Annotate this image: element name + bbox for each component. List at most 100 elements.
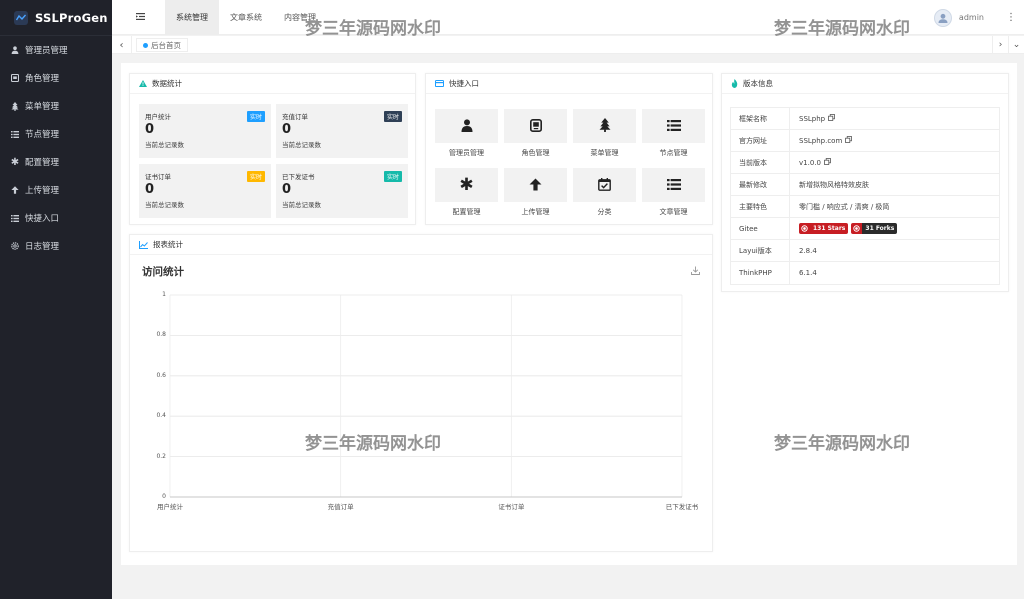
tab-article[interactable]: 文章系统	[219, 0, 273, 35]
stat-card-issued[interactable]: 已下发证书 实时 0 当前总记录数	[276, 164, 408, 218]
quick-item-category[interactable]	[573, 168, 636, 202]
watermark: 梦三年源码网水印	[774, 434, 910, 454]
tab-system[interactable]: 系统管理	[165, 0, 219, 35]
version-key: 最新修改	[731, 173, 790, 196]
sidebar-item-label: 上传管理	[25, 186, 60, 196]
quick-item-article[interactable]	[642, 168, 705, 202]
realtime-badge: 实时	[246, 111, 265, 122]
version-value: 6.1.4	[799, 269, 817, 277]
list-icon	[10, 214, 20, 222]
y-tick-label: 0.4	[156, 412, 166, 420]
quick-item-upload[interactable]	[504, 168, 567, 202]
sidebar-item-role[interactable]: 角色管理	[0, 64, 112, 92]
copy-icon[interactable]	[824, 158, 831, 167]
sidebar-item-log[interactable]: 日志管理	[0, 232, 112, 260]
asterisk-icon: ✱	[459, 175, 474, 195]
quick-item-admin[interactable]	[435, 109, 498, 143]
arrow-up-icon	[10, 186, 20, 194]
sidebar-item-shortcut[interactable]: 快捷入口	[0, 204, 112, 232]
sidebar: SSLProGen 管理员管理 角色管理 菜单管理 节点管理 ✱ 配置管理 上传…	[0, 0, 112, 599]
watermark: 梦三年源码网水印	[305, 19, 441, 39]
sidebar-item-menu[interactable]: 菜单管理	[0, 92, 112, 120]
stat-card-recharge[interactable]: 充值订单 实时 0 当前总记录数	[276, 104, 408, 158]
x-tick-label: 充值订单	[327, 503, 354, 511]
version-value: 新增拟物风格特效皮肤	[799, 180, 869, 189]
gitee-icon	[851, 223, 863, 234]
stat-sub: 当前总记录数	[145, 141, 184, 149]
quick-label: 菜单管理	[590, 149, 619, 157]
asterisk-icon: ✱	[10, 156, 20, 168]
version-value[interactable]: SSLphp.com	[799, 137, 842, 145]
stats-card-header: 数据统计	[130, 74, 415, 94]
gitee-stars-badge[interactable]: 131 Stars	[799, 223, 849, 234]
sidebar-item-label: 管理员管理	[25, 46, 68, 56]
top-tabs: 系统管理 文章系统 内容管理	[165, 0, 327, 35]
version-key: 官方网址	[731, 129, 790, 152]
page-tab-home[interactable]: 后台首页	[136, 38, 188, 52]
list-icon	[10, 130, 20, 138]
stat-value: 0	[282, 122, 292, 137]
copy-icon[interactable]	[828, 114, 836, 123]
sidebar-item-upload[interactable]: 上传管理	[0, 176, 112, 204]
page-tab-label: 后台首页	[151, 40, 181, 50]
logo[interactable]: SSLProGen	[0, 0, 112, 35]
version-card: 版本信息 框架名称 SSLphp 官方网址 SSLphp.com 当前版本 v1…	[721, 73, 1009, 292]
quick-entry-card: 快捷入口 管理员管理 角色管理 菜单管理 节点管理 ✱ 配置管理 上传管理 分类…	[425, 73, 713, 225]
user-name[interactable]: admin	[959, 13, 984, 22]
id-card-icon	[10, 74, 20, 82]
chevron-right-icon[interactable]: ›	[992, 36, 1008, 54]
version-header: 版本信息	[722, 74, 1008, 94]
quick-item-node[interactable]	[642, 109, 705, 143]
stat-card-users[interactable]: 用户统计 实时 0 当前总记录数	[139, 104, 271, 158]
active-dot-icon	[143, 42, 148, 48]
gear-icon	[10, 242, 20, 250]
menu-toggle-icon[interactable]	[136, 13, 145, 22]
chevron-left-icon[interactable]: ‹	[112, 36, 132, 54]
page-tab-controls: › ⌄	[992, 36, 1024, 54]
arrow-up-icon	[529, 178, 542, 193]
quick-item-role[interactable]	[504, 109, 567, 143]
x-tick-label: 用户统计	[157, 503, 183, 511]
copy-icon[interactable]	[845, 136, 853, 145]
watermark: 梦三年源码网水印	[305, 434, 441, 454]
realtime-badge: 实时	[383, 111, 402, 122]
version-row: 最新修改 新增拟物风格特效皮肤	[731, 173, 999, 196]
sidebar-item-config[interactable]: ✱ 配置管理	[0, 148, 112, 176]
sidebar-item-node[interactable]: 节点管理	[0, 120, 112, 148]
quick-item-menu[interactable]	[573, 109, 636, 143]
quick-item-config[interactable]: ✱	[435, 168, 498, 202]
main-content: 数据统计 用户统计 实时 0 当前总记录数 充值订单 实时 0 当前总记录数 证…	[121, 63, 1017, 565]
report-header: 报表统计	[130, 235, 712, 255]
stat-value: 0	[145, 122, 155, 137]
sidebar-item-admin[interactable]: 管理员管理	[0, 36, 112, 64]
version-row: ThinkPHP 6.1.4	[731, 262, 999, 284]
stat-value: 0	[282, 182, 292, 197]
user-icon	[461, 118, 473, 134]
gitee-stars-label: 131 Stars	[810, 223, 849, 234]
tree-icon	[599, 118, 611, 134]
version-value: v1.0.0	[799, 158, 821, 167]
chevron-down-icon[interactable]: ⌄	[1008, 36, 1024, 54]
version-key: 主要特色	[731, 195, 790, 218]
report-card: 报表统计 访问统计 0 0.2 0.4 0.6 0.8 1 用户统计 充值订单 证书订单 已下发证…	[129, 234, 713, 552]
sidebar-item-label: 菜单管理	[25, 102, 60, 112]
version-key: 框架名称	[731, 107, 790, 130]
version-row: 当前版本 v1.0.0	[731, 151, 999, 174]
stat-card-cert-orders[interactable]: 证书订单 实时 0 当前总记录数	[139, 164, 271, 218]
y-tick-label: 1	[162, 291, 166, 298]
user-area: admin ⋮	[933, 0, 1016, 35]
sidebar-item-label: 快捷入口	[25, 214, 60, 224]
avatar[interactable]	[933, 8, 952, 27]
user-icon	[10, 46, 20, 54]
version-key: ThinkPHP	[731, 262, 790, 284]
version-title: 版本信息	[743, 79, 773, 88]
more-vertical-icon[interactable]: ⋮	[1006, 12, 1016, 23]
quick-label: 角色管理	[521, 149, 550, 157]
quick-label: 管理员管理	[449, 149, 484, 157]
stat-sub: 当前总记录数	[282, 141, 321, 149]
version-key: Layui版本	[731, 239, 790, 262]
gitee-forks-badge[interactable]: 31 Forks	[851, 223, 898, 234]
list-icon	[666, 178, 681, 192]
stat-sub: 当前总记录数	[282, 201, 321, 209]
x-tick-label: 证书订单	[498, 503, 525, 511]
